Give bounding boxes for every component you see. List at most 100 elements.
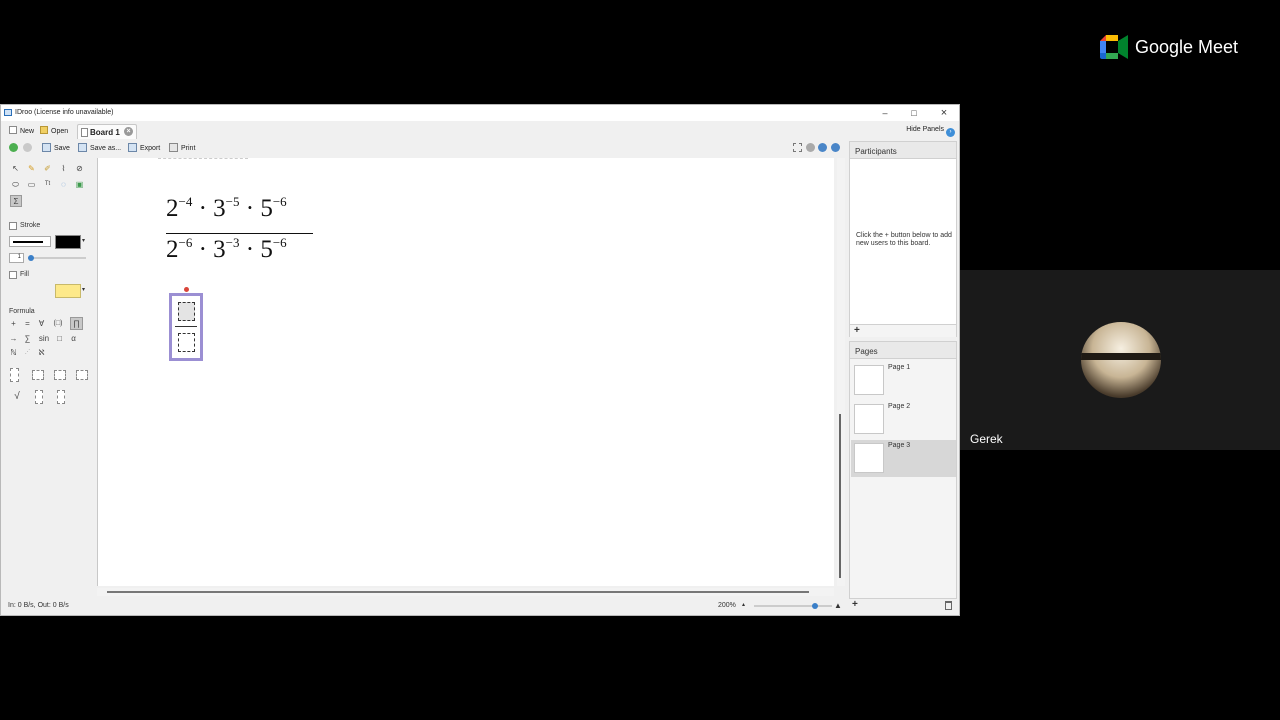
add-participant-button[interactable]: + (854, 325, 860, 336)
stroke-checkbox[interactable] (9, 222, 17, 230)
participant-tile[interactable]: Gerek (960, 270, 1280, 450)
vertical-scrollbar[interactable] (837, 158, 845, 586)
participants-hint: Click the + button below to add new user… (856, 232, 952, 247)
page-item-1[interactable]: Page 1 (851, 362, 956, 399)
zoom-value: 200% (718, 602, 736, 609)
denominator-slot[interactable] (178, 333, 195, 352)
template-sqrt-icon[interactable]: √ (9, 391, 25, 402)
template-overunder-icon[interactable] (35, 390, 43, 404)
formula-sets-button[interactable]: ℕ (8, 347, 19, 358)
hide-panels-button[interactable]: Hide Panels › (906, 126, 955, 137)
formula-hebrew-button[interactable]: ℵ (36, 347, 47, 358)
export-button[interactable]: Export (128, 143, 160, 153)
minimize-button[interactable]: – (871, 106, 899, 120)
den-dot-2: · (245, 236, 255, 263)
eraser-icon[interactable]: ⊘ (74, 163, 85, 174)
fill-label: Fill (20, 271, 29, 278)
formula-function-button[interactable]: sin (36, 333, 52, 344)
stroke-width-input[interactable]: 1 (9, 253, 24, 263)
stroke-color-swatch[interactable] (55, 235, 81, 249)
print-button[interactable]: Print (169, 143, 195, 153)
page-item-3[interactable]: Page 3 (851, 440, 956, 477)
floppy-multi-icon (78, 143, 87, 152)
formula-denominator[interactable]: 2−6 · 3−3 · 5−6 (166, 235, 287, 264)
ellipse-icon[interactable]: ⬭ (10, 179, 21, 190)
polyline-icon[interactable]: ⌇ (58, 163, 69, 174)
tool-palette: ↖ ✎ ✐ ⌇ ⊘ ⬭ ▭ Tt ◌ ▣ Σ Stroke ▾ 1 Fill ▾… (4, 158, 96, 590)
highlighter-icon[interactable]: ✐ (42, 163, 53, 174)
close-tab-icon[interactable]: × (124, 127, 133, 136)
save-as-button[interactable]: Save as... (78, 143, 121, 153)
back-icon[interactable] (9, 143, 18, 152)
board-tab-label: Board 1 (90, 128, 120, 137)
save-button[interactable]: Save (42, 143, 70, 153)
formula-dots-button[interactable]: ⋰ (22, 347, 33, 358)
template-fraction-bar (175, 326, 197, 327)
num-exp-3: −6 (272, 194, 287, 209)
image-icon[interactable]: ▣ (74, 179, 85, 190)
text-icon[interactable]: Tt (42, 179, 53, 190)
settings-icon[interactable] (806, 143, 815, 152)
horizontal-scrollbar[interactable] (97, 588, 834, 596)
forward-icon[interactable] (23, 143, 32, 152)
numerator-slot[interactable] (178, 302, 195, 321)
formula-numerator[interactable]: 2−4 · 3−5 · 5−6 (166, 194, 287, 223)
idroo-window: IDroo (License info unavailable) – □ × N… (0, 104, 960, 616)
template-subscript-icon[interactable] (54, 370, 66, 380)
rotate-handle[interactable] (184, 287, 189, 292)
pencil-icon[interactable]: ✎ (26, 163, 37, 174)
template-under-icon[interactable] (57, 390, 65, 404)
formula-operator-button[interactable]: + (8, 318, 19, 329)
page-label: Page 2 (888, 403, 911, 410)
fill-checkbox[interactable] (9, 271, 17, 279)
trash-icon[interactable] (945, 601, 952, 610)
zoom-in-icon[interactable]: ▲ (834, 601, 842, 610)
comment-icon[interactable]: ◌ (58, 179, 69, 190)
page-thumbnail (854, 404, 884, 434)
formula-box-button[interactable]: □ (54, 333, 65, 344)
den-exp-1: −6 (178, 235, 193, 250)
export-icon (128, 143, 137, 152)
formula-arrow-button[interactable]: → (8, 333, 19, 344)
info-icon[interactable] (818, 143, 827, 152)
new-button[interactable]: New (9, 126, 34, 137)
whiteboard-canvas[interactable]: 2−4 · 3−5 · 5−6 2−6 · 3−3 · 5−6 (97, 158, 834, 586)
chevron-down-icon[interactable]: ▾ (82, 286, 85, 293)
zoom-out-icon[interactable]: ▴ (742, 601, 745, 608)
template-superscript-icon[interactable] (32, 370, 44, 380)
formula-relation-button[interactable]: = (22, 318, 33, 329)
num-dot-2: · (245, 195, 255, 222)
scroll-thumb[interactable] (107, 591, 809, 593)
selected-fraction-object[interactable] (169, 293, 203, 361)
zoom-slider-knob[interactable] (811, 603, 818, 609)
rectangle-icon[interactable]: ▭ (26, 179, 37, 190)
close-button[interactable]: × (930, 106, 958, 120)
help-icon[interactable] (831, 143, 840, 152)
toolbar: Save Save as... Export Print (1, 140, 846, 155)
printer-icon (169, 143, 178, 152)
fill-color-swatch[interactable] (55, 284, 81, 298)
add-page-button[interactable]: + (852, 599, 858, 610)
stroke-width-slider[interactable] (28, 255, 86, 261)
stroke-style-select[interactable] (9, 236, 51, 247)
formula-sum-button[interactable]: ∑ (22, 333, 33, 344)
formula-fraction-button[interactable]: ∏ (70, 317, 83, 330)
maximize-button[interactable]: □ (900, 106, 928, 120)
floppy-icon (42, 143, 51, 152)
scroll-thumb[interactable] (839, 414, 841, 578)
page-item-2[interactable]: Page 2 (851, 401, 956, 438)
folder-icon (40, 126, 48, 134)
template-subsup-icon[interactable] (76, 370, 88, 380)
fullscreen-icon[interactable] (793, 143, 802, 152)
chevron-down-icon[interactable]: ▾ (82, 237, 85, 244)
formula-tool-icon[interactable]: Σ (10, 195, 22, 207)
formula-logic-button[interactable]: ∀ (36, 318, 47, 329)
save-as-label: Save as... (90, 145, 122, 152)
open-button[interactable]: Open (40, 126, 68, 137)
tab-board-1[interactable]: Board 1 × (77, 124, 137, 139)
template-fraction-icon[interactable] (10, 368, 19, 382)
formula-brackets-button[interactable]: (□) (49, 318, 67, 329)
formula-greek-button[interactable]: α (68, 333, 79, 344)
zoom-slider[interactable] (754, 603, 832, 609)
select-icon[interactable]: ↖ (10, 163, 21, 174)
